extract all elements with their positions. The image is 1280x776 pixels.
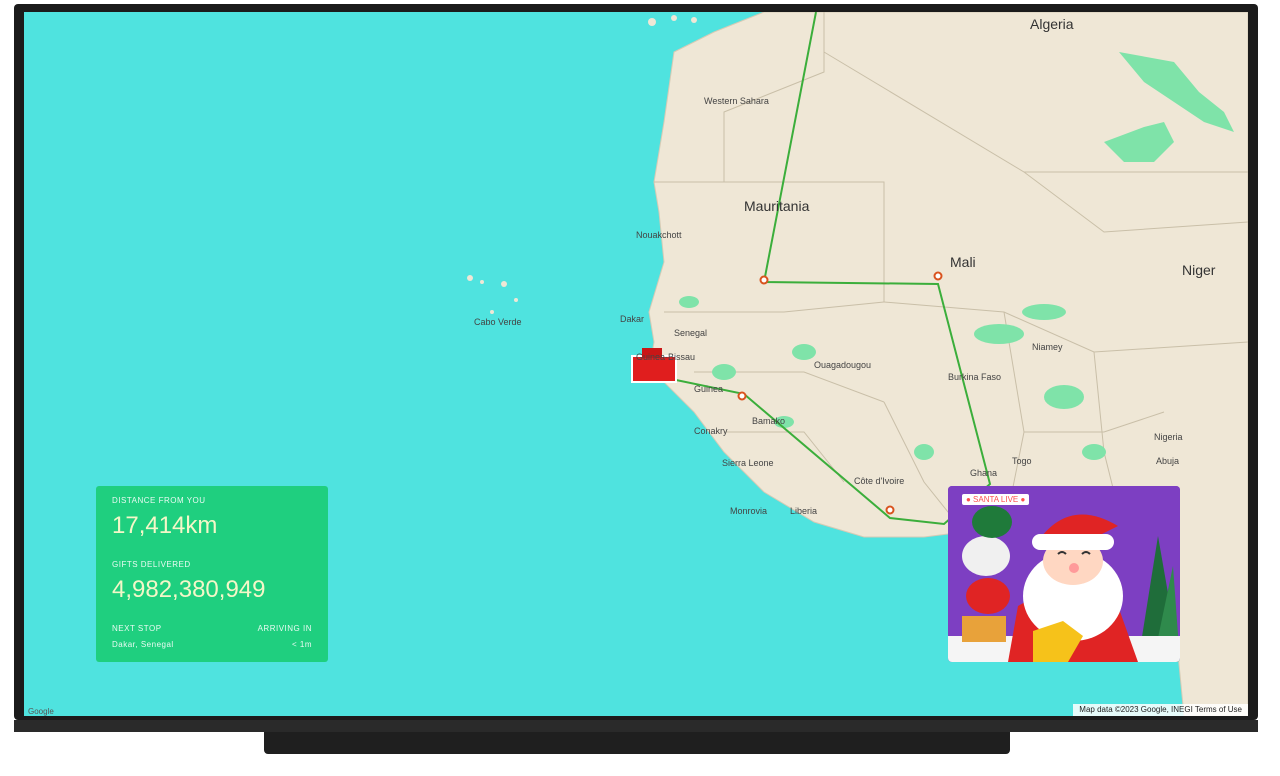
next-stop-label: NEXT STOP — [112, 624, 162, 633]
city-label-liberia: Liberia — [790, 506, 818, 516]
gifts-label: GIFTS DELIVERED — [112, 560, 191, 569]
santa-video-card[interactable]: ● SANTA LIVE ● — [948, 486, 1180, 662]
city-label-togo: Togo — [1012, 456, 1032, 466]
country-label-algeria: Algeria — [1030, 16, 1074, 32]
santa-live-badge: ● SANTA LIVE ● — [962, 494, 1030, 505]
city-label-ghana: Ghana — [970, 468, 998, 478]
city-label-senegal: Senegal — [674, 328, 708, 338]
city-label-monrovia: Monrovia — [730, 506, 768, 516]
city-label-sierra-leone: Sierra Leone — [722, 458, 774, 468]
tv-stand — [264, 732, 1010, 754]
distance-value: 17,414km — [112, 512, 218, 539]
city-label-nouakchott: Nouakchott — [636, 230, 682, 240]
next-stop-value: Dakar, Senegal — [112, 640, 174, 649]
country-label-mali: Mali — [950, 254, 976, 270]
map-screen[interactable]: Algeria Mauritania Mali Niger Western Sa… — [24, 12, 1248, 716]
city-label-guinea: Guinea — [694, 384, 724, 394]
city-label-bamako: Bamako — [752, 416, 786, 426]
map-attribution[interactable]: Map data ©2023 Google, INEGI Terms of Us… — [1073, 704, 1248, 716]
city-label-nigeria: Nigeria — [1154, 432, 1183, 442]
country-label-mauritania: Mauritania — [744, 198, 810, 214]
tracker-info-panel: DISTANCE FROM YOU 17,414km GIFTS DELIVER… — [96, 486, 328, 662]
city-label-niamey: Niamey — [1032, 342, 1063, 352]
city-label-cabo-verde: Cabo Verde — [474, 317, 522, 327]
country-label-niger: Niger — [1182, 262, 1216, 278]
city-label-abuja: Abuja — [1156, 456, 1180, 466]
arriving-value: < 1m — [291, 640, 312, 649]
google-logo-text: Google — [28, 707, 54, 716]
gifts-value: 4,982,380,949 — [112, 576, 266, 603]
city-label-guinea-bissau: Guinea-Bissau — [636, 352, 696, 362]
santa-illustration — [948, 486, 1180, 662]
cabo-verde-islands — [467, 275, 518, 314]
arriving-label: ARRIVING IN — [257, 624, 312, 633]
city-label-western-sahara: Western Sahara — [704, 96, 769, 106]
city-label-cote-divoire: Côte d'Ivoire — [854, 476, 905, 486]
city-label-ouagadougou: Ouagadougou — [814, 360, 872, 370]
distance-label: DISTANCE FROM YOU — [112, 496, 206, 505]
tv-bezel-bottom — [14, 720, 1258, 732]
city-label-dakar: Dakar — [620, 314, 645, 324]
city-label-conakry: Conakry — [694, 426, 728, 436]
canary-islands — [648, 15, 697, 26]
city-label-burkina-faso: Burkina Faso — [948, 372, 1002, 382]
